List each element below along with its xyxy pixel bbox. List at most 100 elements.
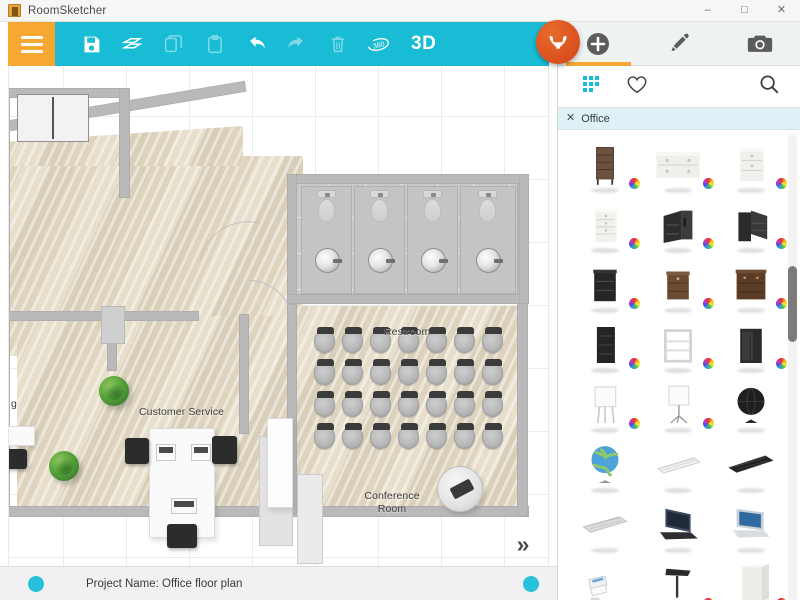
grid-view-button[interactable] — [582, 74, 602, 99]
view-360-button[interactable]: 360 — [358, 22, 399, 66]
catalog-scrollbar[interactable] — [788, 134, 797, 600]
catalog-item[interactable] — [641, 195, 714, 255]
save-button[interactable] — [71, 22, 112, 66]
panel-tab-bar — [558, 22, 800, 66]
catalog-item[interactable] — [715, 375, 788, 435]
toilet-cistern — [317, 190, 336, 198]
color-swatch-icon[interactable] — [629, 418, 640, 429]
potted-plant — [49, 451, 79, 481]
conference-chair — [454, 394, 475, 417]
conference-chair — [314, 362, 335, 385]
catalog-item[interactable] — [715, 255, 788, 315]
floorplan-canvas[interactable]: Customer Service Restroom ConferenceRoom… — [8, 66, 549, 566]
thumb-shadow — [591, 308, 619, 313]
black-keyboard-thumb — [724, 438, 778, 492]
color-swatch-icon[interactable] — [629, 178, 640, 189]
status-indicator-left[interactable] — [28, 576, 44, 592]
catalog-scrollbar-thumb[interactable] — [788, 266, 797, 342]
minimize-button[interactable]: – — [689, 0, 726, 22]
white-keyboard-thumb — [651, 438, 705, 492]
conference-chair — [482, 394, 503, 417]
dark-laptop-thumb — [651, 498, 705, 552]
undo-button[interactable] — [235, 22, 276, 66]
catalog-item[interactable] — [568, 555, 641, 600]
trash-can-icon — [329, 34, 347, 55]
heart-icon — [626, 74, 648, 95]
maximize-button[interactable]: □ — [726, 0, 763, 22]
catalog-item[interactable] — [568, 315, 641, 375]
catalog-item[interactable] — [641, 315, 714, 375]
conference-chair — [342, 362, 363, 385]
room-label-conference-room: ConferenceRoom — [361, 490, 423, 516]
catalog-item[interactable] — [568, 135, 641, 195]
catalog-item[interactable] — [568, 495, 641, 555]
catalog-item[interactable] — [715, 555, 788, 600]
catalog-scroll-area[interactable] — [558, 131, 800, 600]
layers-button[interactable] — [112, 22, 153, 66]
color-swatch-icon[interactable] — [703, 178, 714, 189]
catalog-item[interactable] — [641, 135, 714, 195]
favorites-button[interactable] — [626, 74, 648, 100]
color-swatch-icon[interactable] — [703, 418, 714, 429]
color-swatch-icon[interactable] — [703, 238, 714, 249]
delete-button[interactable] — [317, 22, 358, 66]
catalog-item[interactable] — [715, 315, 788, 375]
copy-button[interactable] — [153, 22, 194, 66]
view-3d-button[interactable]: 3D — [405, 22, 442, 66]
redo-button[interactable] — [276, 22, 317, 66]
room-label-restroom: Restroom — [384, 326, 430, 338]
wall-restroom-right — [519, 174, 529, 304]
close-button[interactable]: ✕ — [763, 0, 800, 22]
color-swatch-icon[interactable] — [629, 238, 640, 249]
toilet-fixture — [479, 199, 496, 222]
furniture-fab-button[interactable] — [536, 20, 580, 64]
catalog-item[interactable] — [715, 135, 788, 195]
potted-plant — [99, 376, 129, 406]
window-controls: – □ ✕ — [689, 0, 800, 22]
edit-tab[interactable] — [639, 22, 720, 66]
conference-chair — [370, 394, 391, 417]
catalog-item[interactable] — [568, 375, 641, 435]
360-view-icon: 360 — [366, 34, 391, 55]
paste-button[interactable] — [194, 22, 235, 66]
catalog-item[interactable] — [568, 435, 641, 495]
color-swatch-icon[interactable] — [703, 298, 714, 309]
color-swatch-icon[interactable] — [776, 298, 787, 309]
color-swatch-icon[interactable] — [629, 298, 640, 309]
catalog-item[interactable] — [641, 435, 714, 495]
catalog-item[interactable] — [715, 435, 788, 495]
conference-round-table — [437, 466, 483, 512]
color-swatch-icon[interactable] — [776, 358, 787, 369]
color-swatch-icon[interactable] — [776, 238, 787, 249]
wall-restroom-left — [287, 174, 297, 304]
expand-panel-button[interactable]: » — [508, 530, 538, 558]
close-x-icon[interactable]: ✕ — [566, 113, 575, 124]
conference-chair — [314, 426, 335, 449]
conference-chair — [482, 362, 503, 385]
wall-column — [101, 306, 125, 344]
status-indicator-right[interactable] — [523, 576, 539, 592]
catalog-item[interactable] — [568, 255, 641, 315]
catalog-item[interactable] — [641, 255, 714, 315]
hamburger-menu-icon[interactable] — [8, 22, 55, 66]
thumb-shadow — [591, 368, 619, 373]
category-name-label: Office — [581, 113, 610, 125]
catalog-item[interactable] — [641, 555, 714, 600]
dark-open-cabinet-thumb — [724, 198, 778, 252]
conference-chair — [398, 426, 419, 449]
color-swatch-icon[interactable] — [776, 178, 787, 189]
catalog-item[interactable] — [715, 495, 788, 555]
camera-tab[interactable] — [719, 22, 800, 66]
thumb-shadow — [591, 248, 619, 253]
color-swatch-icon[interactable] — [629, 358, 640, 369]
search-button[interactable] — [758, 73, 780, 100]
catalog-item[interactable] — [715, 195, 788, 255]
room-label-customer-service: Customer Service — [139, 406, 224, 418]
window-entry — [17, 94, 89, 142]
color-swatch-icon[interactable] — [703, 358, 714, 369]
catalog-item[interactable] — [568, 195, 641, 255]
sink-fixture — [315, 248, 340, 273]
catalog-item[interactable] — [641, 375, 714, 435]
catalog-item[interactable] — [641, 495, 714, 555]
catalog-grid — [558, 131, 800, 600]
